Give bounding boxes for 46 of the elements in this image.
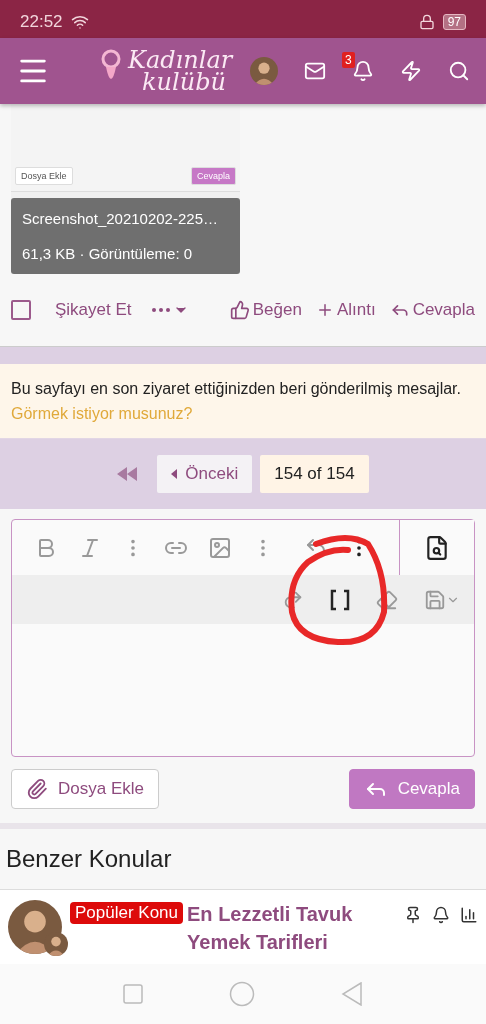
page-indicator[interactable]: 154 of 154 [260, 455, 369, 493]
image-icon[interactable] [208, 535, 232, 560]
notice-text: Bu sayfayı en son ziyaret ettiğinizden beri gönderilmiş mesajlar. Görmek istiyor musunuz? [11, 380, 461, 422]
chart-icon[interactable] [460, 906, 478, 924]
search-button[interactable] [448, 60, 470, 82]
notification-count: 3 [342, 52, 355, 68]
select-checkbox[interactable] [11, 300, 31, 320]
save-draft-button[interactable] [424, 588, 460, 611]
bell-icon[interactable] [432, 906, 450, 924]
battery-level: 97 [442, 14, 466, 30]
avatar-icon[interactable] [8, 900, 62, 954]
popular-label: Popüler Konu [70, 902, 184, 924]
message-editor[interactable] [11, 519, 475, 757]
previous-page-button[interactable]: Önceki [157, 455, 253, 493]
attach-file-button[interactable]: Dosya Ekle [11, 769, 159, 809]
reply-link[interactable]: Cevapla [389, 300, 475, 320]
preview-button: Dosya Ekle [15, 167, 73, 185]
like-link[interactable]: Beğen [229, 300, 302, 320]
file-name: Screenshot_20210202-225… [22, 210, 219, 227]
file-search-icon [424, 535, 450, 561]
avatar-icon[interactable] [44, 932, 68, 956]
avatar-icon[interactable] [250, 57, 278, 85]
file-meta: 61,3 KB · Görüntüleme: 0 [22, 245, 194, 262]
paperclip-icon [26, 778, 48, 800]
first-page-icon[interactable] [117, 467, 138, 481]
brackets-icon[interactable] [330, 588, 350, 611]
thumbs-up-icon [229, 300, 250, 320]
mail-button[interactable] [304, 60, 326, 82]
clock-time: 22:52 [20, 12, 63, 32]
report-link[interactable]: Şikayet Et [55, 300, 132, 320]
preview-button[interactable] [399, 520, 474, 577]
dots-icon [151, 308, 170, 312]
lock-icon [418, 14, 435, 30]
pin-icon [404, 906, 422, 924]
logo-text: kulübü [141, 71, 227, 93]
eraser-icon[interactable] [376, 588, 398, 611]
reply-button[interactable]: Cevapla [348, 769, 475, 809]
thread-title-link[interactable]: En Lezzetli Tavuk Yemek Tarifleri [187, 900, 396, 956]
logo-text: Kadınlar [128, 49, 233, 71]
preview-button: Cevapla [190, 167, 236, 185]
wifi-icon [70, 13, 89, 31]
triangle-left-icon [171, 469, 178, 479]
bell-button[interactable] [352, 60, 374, 82]
attachment-thumbnail[interactable]: Dosya Ekle Cevapla Screenshot_20210202-225… 61,3 KB · Görüntüleme: 0 [11, 104, 240, 274]
quote-link[interactable]: Alıntı [315, 300, 376, 320]
lightning-button[interactable] [400, 60, 422, 82]
